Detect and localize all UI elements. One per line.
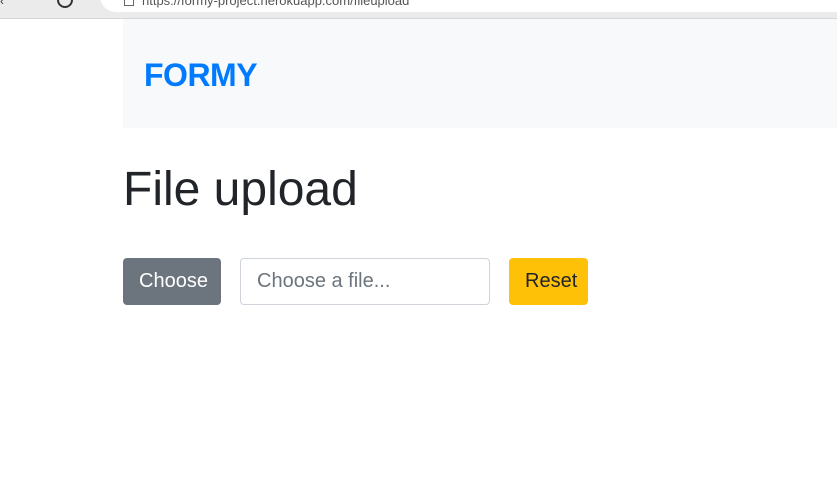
address-bar-url[interactable]: https://formy-project.herokuapp.com/file…: [142, 0, 409, 8]
choose-button[interactable]: Choose: [123, 258, 221, 305]
browser-toolbar: ‹ https://formy-project.herokuapp.com/fi…: [0, 0, 837, 19]
page-title: File upload: [123, 163, 358, 216]
reset-button[interactable]: Reset: [509, 258, 588, 305]
brand-logo-link[interactable]: FORMY: [144, 55, 258, 95]
page-info-icon[interactable]: [124, 0, 134, 6]
file-upload-field[interactable]: [240, 258, 490, 305]
navbar: FORMY: [123, 19, 837, 128]
address-bar[interactable]: https://formy-project.herokuapp.com/file…: [100, 0, 837, 12]
back-arrow-icon[interactable]: ‹: [0, 0, 10, 7]
reload-icon[interactable]: [57, 0, 73, 8]
